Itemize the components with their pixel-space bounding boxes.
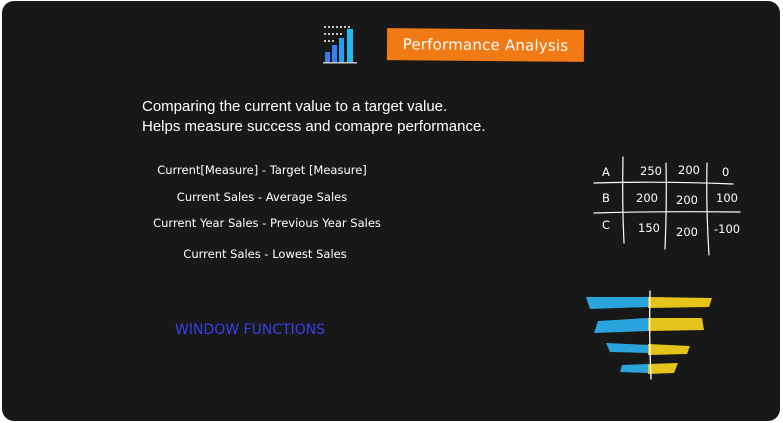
table-cell-target: 200	[678, 163, 700, 177]
table-cell-diff: 0	[722, 165, 730, 179]
table-cell-current: 200	[636, 191, 658, 205]
window-functions-label: WINDOW FUNCTIONS	[175, 322, 326, 338]
canvas-board: Performance Analysis Comparing the curre…	[2, 1, 780, 421]
table-cell-label: A	[602, 165, 610, 179]
diverging-bar-icon	[586, 290, 712, 380]
formula-text: Current Sales - Average Sales	[176, 190, 348, 204]
table-cell-diff: 100	[716, 191, 738, 205]
table-cell-label: C	[602, 218, 611, 232]
page-title: Performance Analysis	[402, 35, 569, 55]
sketch-table: A 250 200 0 B 200 200 100 C 150 200 -100	[592, 153, 752, 257]
table-cell-current: 250	[640, 164, 662, 178]
table-cell-diff: -100	[714, 222, 741, 236]
description-line: Helps measure success and comapre perfor…	[142, 118, 486, 135]
table-cell-target: 200	[676, 225, 698, 239]
formula-text: Current[Measure] - Target [Measure]	[157, 163, 367, 177]
formula-text: Current Year Sales - Previous Year Sales	[153, 216, 381, 230]
table-cell-target: 200	[676, 193, 698, 207]
table-cell-label: B	[602, 191, 610, 205]
title-banner: Performance Analysis	[386, 28, 585, 62]
formula-text: Current Sales - Lowest Sales	[183, 247, 347, 261]
description-line: Comparing the current value to a target …	[142, 98, 448, 115]
table-cell-current: 150	[638, 221, 660, 235]
bar-chart-icon	[323, 26, 357, 64]
